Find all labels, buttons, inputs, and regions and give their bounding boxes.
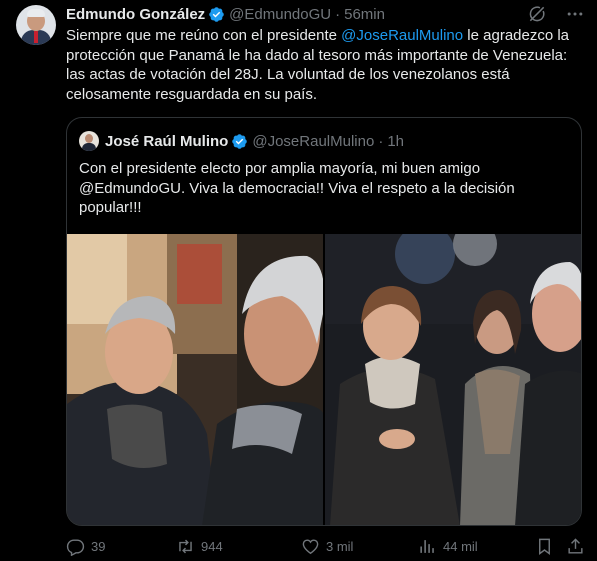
like-count: 3 mil [326, 539, 354, 554]
tweet-text: Siempre que me reúno con el presidente @… [66, 26, 586, 104]
tweet-header: Edmundo González @EdmundoGU · 56min [66, 5, 385, 23]
like-button[interactable]: 3 mil [301, 537, 353, 556]
separator-dot: · [335, 5, 341, 23]
repost-button[interactable]: 944 [176, 537, 223, 556]
quote-text: Con el presidente electo por amplia mayo… [79, 160, 515, 216]
more-icon[interactable] [565, 4, 585, 24]
author-handle[interactable]: @EdmundoGU [229, 6, 331, 23]
verified-badge-icon[interactable] [208, 6, 225, 23]
views-icon [420, 540, 434, 553]
quote-photo-1[interactable] [67, 234, 323, 525]
quote-photo-2[interactable] [325, 234, 581, 525]
quote-author-name[interactable]: José Raúl Mulino [105, 133, 228, 150]
author-name[interactable]: Edmundo González [66, 6, 205, 23]
reply-button[interactable]: 39 [66, 537, 105, 556]
quoted-tweet[interactable]: José Raúl Mulino @JoseRaulMulino · 1h Co… [66, 117, 582, 526]
tweet[interactable]: Edmundo González @EdmundoGU · 56min Siem… [0, 0, 597, 561]
views-count: 44 mil [443, 539, 478, 554]
views-button[interactable]: 44 mil [418, 537, 478, 556]
tweet-text-before: Siempre que me reúno con el presidente [66, 27, 342, 44]
bookmark-icon [539, 538, 550, 556]
quote-header: José Raúl Mulino @JoseRaulMulino · 1h [79, 131, 404, 151]
reply-count: 39 [91, 539, 106, 554]
quote-time: 1h [387, 132, 404, 150]
heart-icon [302, 539, 319, 555]
grok-icon[interactable] [527, 4, 547, 24]
quote-author-handle: @JoseRaulMulino [252, 132, 375, 150]
verified-badge-icon [231, 133, 248, 150]
reply-icon [66, 539, 85, 556]
share-icon [568, 538, 583, 554]
share-button[interactable] [566, 537, 591, 556]
repost-count: 944 [201, 539, 223, 554]
mention-link[interactable]: @JoseRaulMulino [341, 27, 463, 44]
bookmark-button[interactable] [535, 537, 560, 556]
tweet-actions: 39 944 3 mil 44 mil [66, 537, 586, 557]
separator-dot: · [378, 132, 384, 150]
tweet-top-actions [527, 4, 585, 24]
quote-author-avatar [79, 131, 99, 151]
retweet-icon [179, 539, 192, 554]
tweet-time[interactable]: 56min [344, 6, 385, 23]
author-avatar[interactable] [16, 5, 56, 45]
